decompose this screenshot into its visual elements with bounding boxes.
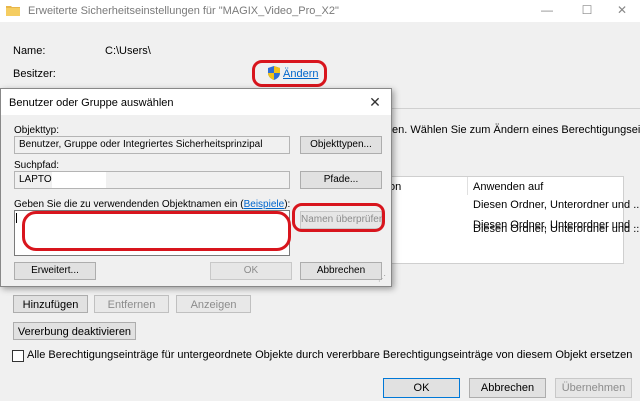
object-type-label: Objekttyp: bbox=[14, 125, 60, 136]
permission-entries-table: on Anwenden auf Diesen Ordner, Unterordn… bbox=[386, 176, 640, 264]
column-divider bbox=[467, 177, 468, 195]
permissions-info-text: en. Wählen Sie zum Ändern eines Berechti… bbox=[392, 124, 640, 136]
view-button[interactable]: Anzeigen bbox=[176, 295, 251, 313]
column-header-applies-to: Anwenden auf bbox=[473, 181, 544, 193]
resize-grip-icon[interactable]: ⋰ bbox=[378, 274, 388, 284]
window-title: Erweiterte Sicherheitseinstellungen für … bbox=[28, 5, 339, 17]
object-types-button[interactable]: Objekttypen... bbox=[300, 136, 382, 154]
replace-child-permissions-checkbox[interactable] bbox=[12, 350, 24, 362]
close-button[interactable]: ✕ bbox=[606, 0, 638, 22]
advanced-button[interactable]: Erweitert... bbox=[14, 262, 96, 280]
select-user-group-dialog: Benutzer oder Gruppe auswählen ✕ Objektt… bbox=[0, 88, 392, 287]
name-label: Name: bbox=[13, 45, 46, 57]
annotation-ring-change bbox=[252, 60, 327, 87]
replace-child-permissions-label: Alle Berechtigungseinträge für untergeor… bbox=[27, 349, 633, 361]
remove-button[interactable]: Entfernen bbox=[94, 295, 169, 313]
owner-label: Besitzer: bbox=[13, 68, 56, 80]
minimize-button[interactable]: — bbox=[531, 0, 563, 22]
dialog-title: Benutzer oder Gruppe auswählen bbox=[9, 97, 174, 109]
dialog-cancel-button[interactable]: Abbrechen bbox=[300, 262, 382, 280]
apply-button[interactable]: Übernehmen bbox=[555, 378, 632, 398]
table-row[interactable]: Diesen Ordner, Unterordner und ... bbox=[387, 223, 640, 245]
folder-icon bbox=[6, 6, 20, 16]
ok-button[interactable]: OK bbox=[383, 378, 460, 398]
dialog-titlebar: Benutzer oder Gruppe auswählen ✕ bbox=[1, 89, 391, 115]
disable-inheritance-button[interactable]: Vererbung deaktivieren bbox=[13, 322, 136, 340]
dialog-close-icon[interactable]: ✕ bbox=[365, 93, 385, 111]
text-cursor bbox=[16, 213, 17, 223]
enter-names-label: Geben Sie die zu verwendenden Objektname… bbox=[14, 199, 291, 210]
table-row[interactable]: Diesen Ordner, Unterordner und ... bbox=[387, 196, 640, 218]
maximize-button[interactable]: ☐ bbox=[571, 0, 603, 22]
paths-button[interactable]: Pfade... bbox=[300, 171, 382, 189]
examples-link[interactable]: Beispiele bbox=[244, 199, 285, 210]
object-type-field: Benutzer, Gruppe oder Integriertes Siche… bbox=[14, 136, 290, 154]
dialog-ok-button[interactable]: OK bbox=[210, 262, 292, 280]
annotation-ring-names-input bbox=[22, 211, 291, 251]
annotation-ring-check-names bbox=[292, 203, 385, 232]
add-button[interactable]: Hinzufügen bbox=[13, 295, 88, 313]
applies-to-cell: Diesen Ordner, Unterordner und ... bbox=[473, 223, 640, 235]
redacted-area bbox=[52, 172, 106, 188]
window-titlebar: Erweiterte Sicherheitseinstellungen für … bbox=[0, 0, 640, 22]
applies-to-cell: Diesen Ordner, Unterordner und ... bbox=[473, 199, 640, 211]
name-value: C:\Users\ bbox=[105, 45, 151, 57]
cancel-button[interactable]: Abbrechen bbox=[469, 378, 546, 398]
search-path-label: Suchpfad: bbox=[14, 160, 60, 171]
